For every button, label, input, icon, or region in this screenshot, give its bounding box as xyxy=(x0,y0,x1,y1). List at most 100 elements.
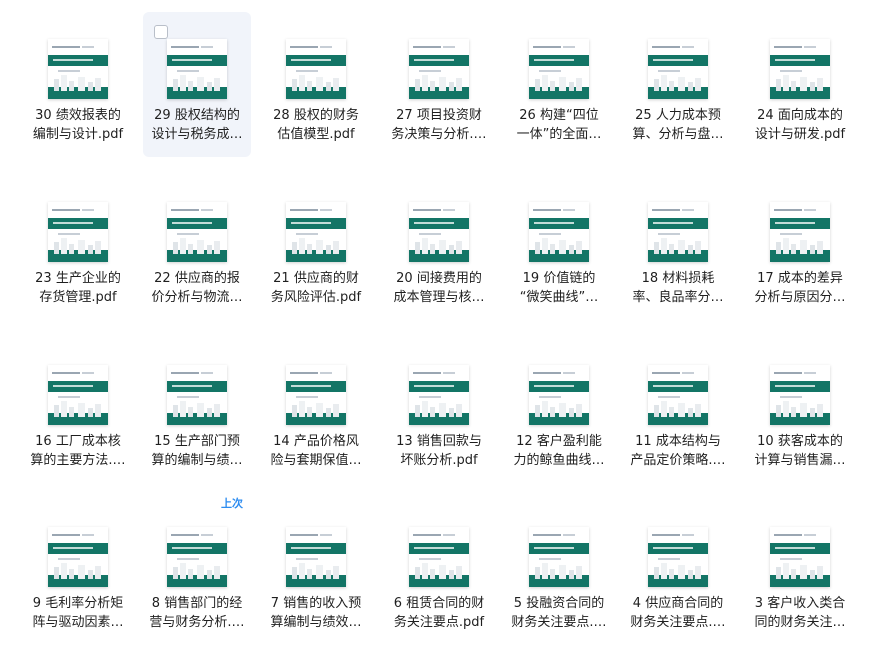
file-item[interactable]: 27 项目投资财 务决策与分析.… xyxy=(385,12,493,157)
file-name: 15 生产部门预 算的编制与绩… xyxy=(143,432,251,470)
file-name-line-1: 8 销售部门的经 xyxy=(151,596,243,611)
file-name-line-1: 12 客户盈利能 xyxy=(516,434,602,449)
file-item[interactable]: 26 构建“四位 一体”的全面… xyxy=(505,12,613,157)
file-item[interactable]: 16 工厂成本核 算的主要方法.… xyxy=(24,338,132,483)
pdf-thumbnail-icon xyxy=(770,39,830,99)
file-name: 5 投融资合同的 财务关注要点.… xyxy=(505,594,613,632)
file-name: 27 项目投资财 务决策与分析.… xyxy=(385,106,493,144)
file-item[interactable]: 28 股权的财务 估值模型.pdf xyxy=(262,12,370,157)
file-name-line-2: 算编制与绩效… xyxy=(270,615,362,630)
pdf-thumbnail-icon xyxy=(167,39,227,99)
file-item[interactable]: 4 供应商合同的 财务关注要点.… xyxy=(624,500,732,645)
file-name: 13 销售回款与 坏账分析.pdf xyxy=(385,432,493,470)
file-name-line-2: 营与财务分析.… xyxy=(149,615,245,630)
pdf-thumbnail-icon xyxy=(648,202,708,262)
file-item[interactable]: 11 成本结构与 产品定价策略.… xyxy=(624,338,732,483)
file-name: 11 成本结构与 产品定价策略.… xyxy=(624,432,732,470)
file-name-line-2: 设计与研发.pdf xyxy=(754,127,846,142)
file-name: 17 成本的差异 分析与原因分… xyxy=(746,269,854,307)
file-item[interactable]: 30 绩效报表的 编制与设计.pdf xyxy=(24,12,132,157)
file-name-line-2: 务关注要点.pdf xyxy=(393,615,485,630)
file-item[interactable]: 14 产品价格风 险与套期保值… xyxy=(262,338,370,483)
file-name-line-1: 11 成本结构与 xyxy=(635,434,721,449)
file-item[interactable]: 22 供应商的报 价分析与物流… xyxy=(143,175,251,320)
file-name: 23 生产企业的 存货管理.pdf xyxy=(24,269,132,307)
file-name-line-2: 算的主要方法.… xyxy=(30,453,126,468)
file-item[interactable]: 3 客户收入类合 同的财务关注… xyxy=(746,500,854,645)
file-item[interactable]: 15 生产部门预 算的编制与绩… xyxy=(143,338,251,483)
file-name-line-1: 21 供应商的财 xyxy=(273,271,359,286)
file-name: 16 工厂成本核 算的主要方法.… xyxy=(24,432,132,470)
file-item[interactable]: 25 人力成本预 算、分析与盘… xyxy=(624,12,732,157)
file-name-line-2: 设计与税务成… xyxy=(151,127,243,142)
pdf-thumbnail-icon xyxy=(48,39,108,99)
file-name-line-1: 29 股权结构的 xyxy=(154,108,240,123)
file-name: 28 股权的财务 估值模型.pdf xyxy=(262,106,370,144)
select-checkbox[interactable] xyxy=(154,25,168,39)
file-item[interactable]: 7 销售的收入预 算编制与绩效… xyxy=(262,500,370,645)
file-name: 10 获客成本的 计算与销售漏… xyxy=(746,432,854,470)
file-item[interactable]: 6 租赁合同的财 务关注要点.pdf xyxy=(385,500,493,645)
file-name-line-1: 30 绩效报表的 xyxy=(35,108,121,123)
file-name: 21 供应商的财 务风险评估.pdf xyxy=(262,269,370,307)
file-name-line-1: 27 项目投资财 xyxy=(396,108,482,123)
file-name-line-2: 存货管理.pdf xyxy=(39,290,117,305)
pdf-thumbnail-icon xyxy=(409,202,469,262)
file-item[interactable]: 20 间接费用的 成本管理与核… xyxy=(385,175,493,320)
file-name-line-1: 14 产品价格风 xyxy=(273,434,359,449)
file-name-line-1: 5 投融资合同的 xyxy=(513,596,605,611)
file-name-line-1: 16 工厂成本核 xyxy=(35,434,121,449)
file-name-line-1: 26 构建“四位 xyxy=(519,108,599,123)
file-item[interactable]: 5 投融资合同的 财务关注要点.… xyxy=(505,500,613,645)
file-name-line-1: 25 人力成本预 xyxy=(635,108,721,123)
file-name-line-2: 阵与驱动因素… xyxy=(32,615,124,630)
file-name: 30 绩效报表的 编制与设计.pdf xyxy=(24,106,132,144)
file-name-line-2: 编制与设计.pdf xyxy=(32,127,124,142)
file-name-line-2: 力的鲸鱼曲线… xyxy=(513,453,605,468)
pdf-thumbnail-icon xyxy=(167,202,227,262)
pdf-thumbnail-icon xyxy=(409,365,469,425)
file-name-line-1: 18 材料损耗 xyxy=(641,271,715,286)
file-name-line-1: 3 客户收入类合 xyxy=(754,596,846,611)
pdf-thumbnail-icon xyxy=(167,365,227,425)
recent-badge: 上次 xyxy=(219,495,245,511)
file-name-line-1: 17 成本的差异 xyxy=(757,271,843,286)
file-item[interactable]: 21 供应商的财 务风险评估.pdf xyxy=(262,175,370,320)
file-name-line-1: 23 生产企业的 xyxy=(35,271,121,286)
file-name-line-2: 务风险评估.pdf xyxy=(270,290,362,305)
file-name-line-2: 险与套期保值… xyxy=(270,453,362,468)
pdf-thumbnail-icon xyxy=(648,365,708,425)
file-item[interactable]: 29 股权结构的 设计与税务成… xyxy=(143,12,251,157)
file-name-line-1: 9 毛利率分析矩 xyxy=(32,596,124,611)
file-name: 14 产品价格风 险与套期保值… xyxy=(262,432,370,470)
file-item[interactable]: 17 成本的差异 分析与原因分… xyxy=(746,175,854,320)
file-name: 25 人力成本预 算、分析与盘… xyxy=(624,106,732,144)
file-name-line-1: 6 租赁合同的财 xyxy=(393,596,485,611)
file-item[interactable]: 9 毛利率分析矩 阵与驱动因素… xyxy=(24,500,132,645)
pdf-thumbnail-icon xyxy=(286,527,346,587)
file-name-line-1: 20 间接费用的 xyxy=(396,271,482,286)
pdf-thumbnail-icon xyxy=(286,39,346,99)
file-name: 6 租赁合同的财 务关注要点.pdf xyxy=(385,594,493,632)
file-name-line-2: 务决策与分析.… xyxy=(391,127,487,142)
file-name: 4 供应商合同的 财务关注要点.… xyxy=(624,594,732,632)
file-name-line-1: 13 销售回款与 xyxy=(396,434,482,449)
file-item[interactable]: 12 客户盈利能 力的鲸鱼曲线… xyxy=(505,338,613,483)
file-item[interactable]: 24 面向成本的 设计与研发.pdf xyxy=(746,12,854,157)
pdf-thumbnail-icon xyxy=(770,527,830,587)
pdf-thumbnail-icon xyxy=(770,202,830,262)
file-name-line-2: 价分析与物流… xyxy=(151,290,243,305)
file-item[interactable]: 18 材料损耗 率、良品率分… xyxy=(624,175,732,320)
file-name-line-2: 产品定价策略.… xyxy=(630,453,726,468)
file-item[interactable]: 10 获客成本的 计算与销售漏… xyxy=(746,338,854,483)
file-item[interactable]: 上次 8 销售部门的经 营与财务分析.… xyxy=(143,495,251,645)
file-name: 12 客户盈利能 力的鲸鱼曲线… xyxy=(505,432,613,470)
file-name: 8 销售部门的经 营与财务分析.… xyxy=(143,594,251,632)
file-item[interactable]: 23 生产企业的 存货管理.pdf xyxy=(24,175,132,320)
file-name: 3 客户收入类合 同的财务关注… xyxy=(746,594,854,632)
file-item[interactable]: 19 价值链的 “微笑曲线”… xyxy=(505,175,613,320)
file-name: 18 材料损耗 率、良品率分… xyxy=(624,269,732,307)
file-item[interactable]: 13 销售回款与 坏账分析.pdf xyxy=(385,338,493,483)
file-name-line-2: 分析与原因分… xyxy=(754,290,846,305)
file-name: 26 构建“四位 一体”的全面… xyxy=(505,106,613,144)
